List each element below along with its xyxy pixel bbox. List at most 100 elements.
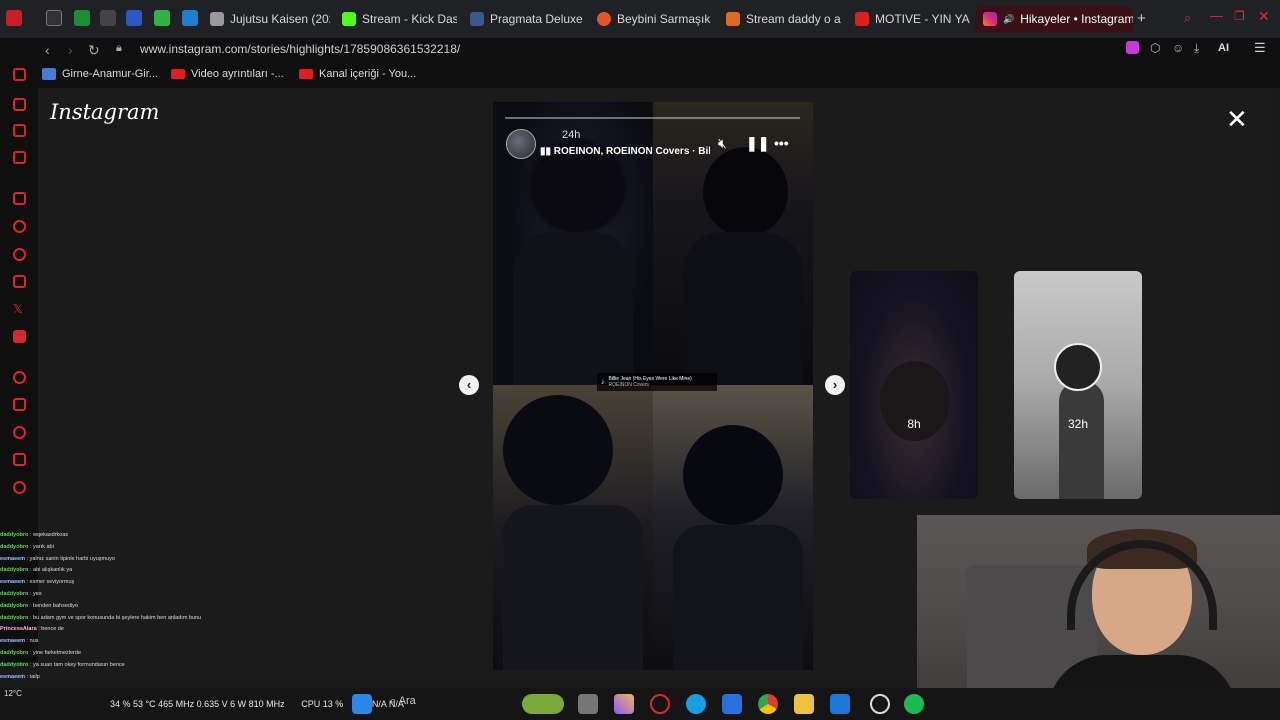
- bookmark-girne[interactable]: Girne-Anamur-Gir...: [42, 68, 158, 80]
- tab-jujutsu[interactable]: Jujutsu Kaisen (202: [210, 6, 330, 32]
- sidebar-history-icon[interactable]: [13, 371, 26, 384]
- next-story-preview[interactable]: 8h: [850, 271, 978, 499]
- music-sticker-text: Billie Jean (His Eyes Were Like Mine) RO…: [608, 376, 692, 388]
- chat-username[interactable]: daddyobro: [0, 544, 28, 550]
- forward-icon[interactable]: ›: [68, 42, 73, 58]
- sidebar-discord-icon[interactable]: [13, 330, 26, 343]
- previous-story-button[interactable]: ‹: [459, 375, 479, 395]
- pause-icon[interactable]: ❚❚: [746, 135, 769, 152]
- sidebar-pin-icon[interactable]: [13, 453, 26, 466]
- sidebar-whatsapp-icon[interactable]: [13, 248, 26, 261]
- copilot-icon[interactable]: [614, 694, 634, 714]
- sidebar-instagram-icon[interactable]: [13, 275, 26, 288]
- chat-message: esmaeem : yalnız sanin tipinle harbi uyu…: [0, 554, 300, 566]
- chat-username[interactable]: daddyobro: [0, 662, 28, 668]
- chat-username[interactable]: daddyobro: [0, 650, 28, 656]
- jacket-shape: [503, 505, 643, 670]
- more-options-icon[interactable]: •••: [774, 135, 789, 151]
- reload-icon[interactable]: ↻: [88, 42, 100, 59]
- task-view-icon[interactable]: [578, 694, 598, 714]
- story-music-label[interactable]: ▮▮ ROEINON, ROEINON Covers · Billie: [540, 146, 710, 157]
- mute-icon[interactable]: 🔇︎: [718, 135, 727, 152]
- pinned-tab-icon[interactable]: [182, 10, 198, 26]
- sidebar-gx-icon[interactable]: [13, 124, 26, 137]
- chat-username[interactable]: daddyobro: [0, 615, 28, 621]
- chat-username[interactable]: daddyobro: [0, 532, 28, 538]
- pinned-tab-icon[interactable]: [126, 10, 142, 26]
- speaker-icon[interactable]: 🔊: [1003, 14, 1014, 25]
- game-widget-icon[interactable]: [522, 694, 564, 714]
- tab-stream-daddy[interactable]: Stream daddy o arc: [726, 6, 841, 32]
- sidebar-messenger-icon[interactable]: [13, 220, 26, 233]
- minimize-icon[interactable]: —: [1210, 8, 1223, 23]
- pinned-tab-icon[interactable]: [154, 10, 170, 26]
- extension-icon[interactable]: [1126, 41, 1139, 54]
- sidebar-cart-icon[interactable]: [13, 98, 26, 111]
- chat-username[interactable]: esmaeem: [0, 674, 25, 680]
- close-story-icon[interactable]: ✕: [1226, 106, 1248, 132]
- chat-message: daddyobro : bu adam gym ve spor konusund…: [0, 613, 300, 625]
- sidebar-news-icon[interactable]: [13, 151, 26, 164]
- puzzle-icon[interactable]: ⬡: [1150, 41, 1160, 55]
- tab-kick[interactable]: Stream - Kick Dash: [342, 6, 457, 32]
- chat-username[interactable]: daddyobro: [0, 591, 28, 597]
- edge-icon[interactable]: [686, 694, 706, 714]
- address-bar: ‹ › ↻ 🔒︎ www.instagram.com/stories/highl…: [0, 38, 1280, 62]
- back-icon[interactable]: ‹: [45, 42, 50, 58]
- bookmark-kanal[interactable]: Kanal içeriği - You...: [299, 68, 416, 80]
- tab-pragmata[interactable]: Pragmata Deluxe E: [470, 6, 585, 32]
- opera-gx-icon[interactable]: [650, 694, 670, 714]
- opera-logo-icon[interactable]: [6, 10, 22, 26]
- stream-chat: daddyobro : wqekasdrkoas daddyobro : yarı…: [0, 530, 300, 700]
- weather-widget[interactable]: 12°C: [4, 689, 22, 698]
- bookmark-video[interactable]: Video ayrıntıları -...: [171, 68, 284, 80]
- file-explorer-icon[interactable]: [794, 694, 814, 714]
- steam-icon[interactable]: [870, 694, 890, 714]
- site-icon: [42, 68, 56, 80]
- close-window-icon[interactable]: ✕: [1258, 8, 1270, 25]
- store-icon[interactable]: [722, 694, 742, 714]
- url-field[interactable]: www.instagram.com/stories/highlights/178…: [140, 42, 460, 56]
- pinned-tab-icon[interactable]: [46, 10, 62, 26]
- next-story-preview[interactable]: 32h: [1014, 271, 1142, 499]
- tab-motive[interactable]: MOTIVE - YIN YAN: [855, 6, 970, 32]
- spotify-icon[interactable]: [904, 694, 924, 714]
- music-note-icon: ♪: [601, 378, 605, 386]
- ai-button[interactable]: AI: [1218, 42, 1229, 54]
- pinned-tab-icon[interactable]: [100, 10, 116, 26]
- maximize-icon[interactable]: ❐: [1234, 9, 1245, 23]
- chat-username[interactable]: daddyobro: [0, 603, 28, 609]
- sidebar-aria-icon[interactable]: [13, 68, 26, 81]
- tab-beybini[interactable]: Beybini Sarmaşık b: [597, 6, 712, 32]
- chat-username[interactable]: daddyobro: [0, 567, 28, 573]
- chat-username[interactable]: esmaeem: [0, 556, 25, 562]
- music-sticker[interactable]: ♪ Billie Jean (His Eyes Were Like Mine) …: [597, 373, 717, 391]
- new-tab-icon[interactable]: +: [1137, 10, 1146, 27]
- avatar[interactable]: [506, 129, 536, 159]
- youtube-icon: [299, 69, 313, 79]
- outlook-icon[interactable]: [830, 694, 850, 714]
- jacket-shape: [683, 232, 803, 385]
- profile-icon[interactable]: ☺︎: [1172, 41, 1184, 55]
- chrome-icon[interactable]: [758, 694, 778, 714]
- bookmarks-bar: Girne-Anamur-Gir... Video ayrıntıları -.…: [0, 62, 1280, 88]
- download-icon[interactable]: ⤓: [1194, 41, 1199, 56]
- chat-username[interactable]: esmaeem: [0, 579, 25, 585]
- menu-icon[interactable]: ☰: [1254, 40, 1266, 56]
- windows-start-icon[interactable]: [352, 694, 372, 714]
- instagram-logo[interactable]: Instagram: [50, 100, 159, 124]
- search-tabs-icon[interactable]: ⌕: [1184, 10, 1191, 26]
- sidebar-player-icon[interactable]: [13, 398, 26, 411]
- sidebar-clock-icon[interactable]: [13, 426, 26, 439]
- taskbar-search[interactable]: ⌕ Ara: [390, 695, 416, 708]
- sidebar-x-icon[interactable]: 𝕏: [13, 303, 26, 316]
- sidebar-settings-icon[interactable]: [13, 481, 26, 494]
- tab-instagram-active[interactable]: 🔊 Hikayeler • Instagram: [975, 6, 1133, 32]
- sidebar-twitch-icon[interactable]: [13, 192, 26, 205]
- chat-username[interactable]: PrincessAlara: [0, 626, 37, 632]
- chat-username[interactable]: esmaeem: [0, 638, 25, 644]
- chat-message: daddyobro : yine farketmezlerde: [0, 648, 300, 660]
- next-story-button[interactable]: ›: [825, 375, 845, 395]
- lock-icon[interactable]: 🔒︎: [116, 42, 122, 55]
- pinned-tab-icon[interactable]: [74, 10, 90, 26]
